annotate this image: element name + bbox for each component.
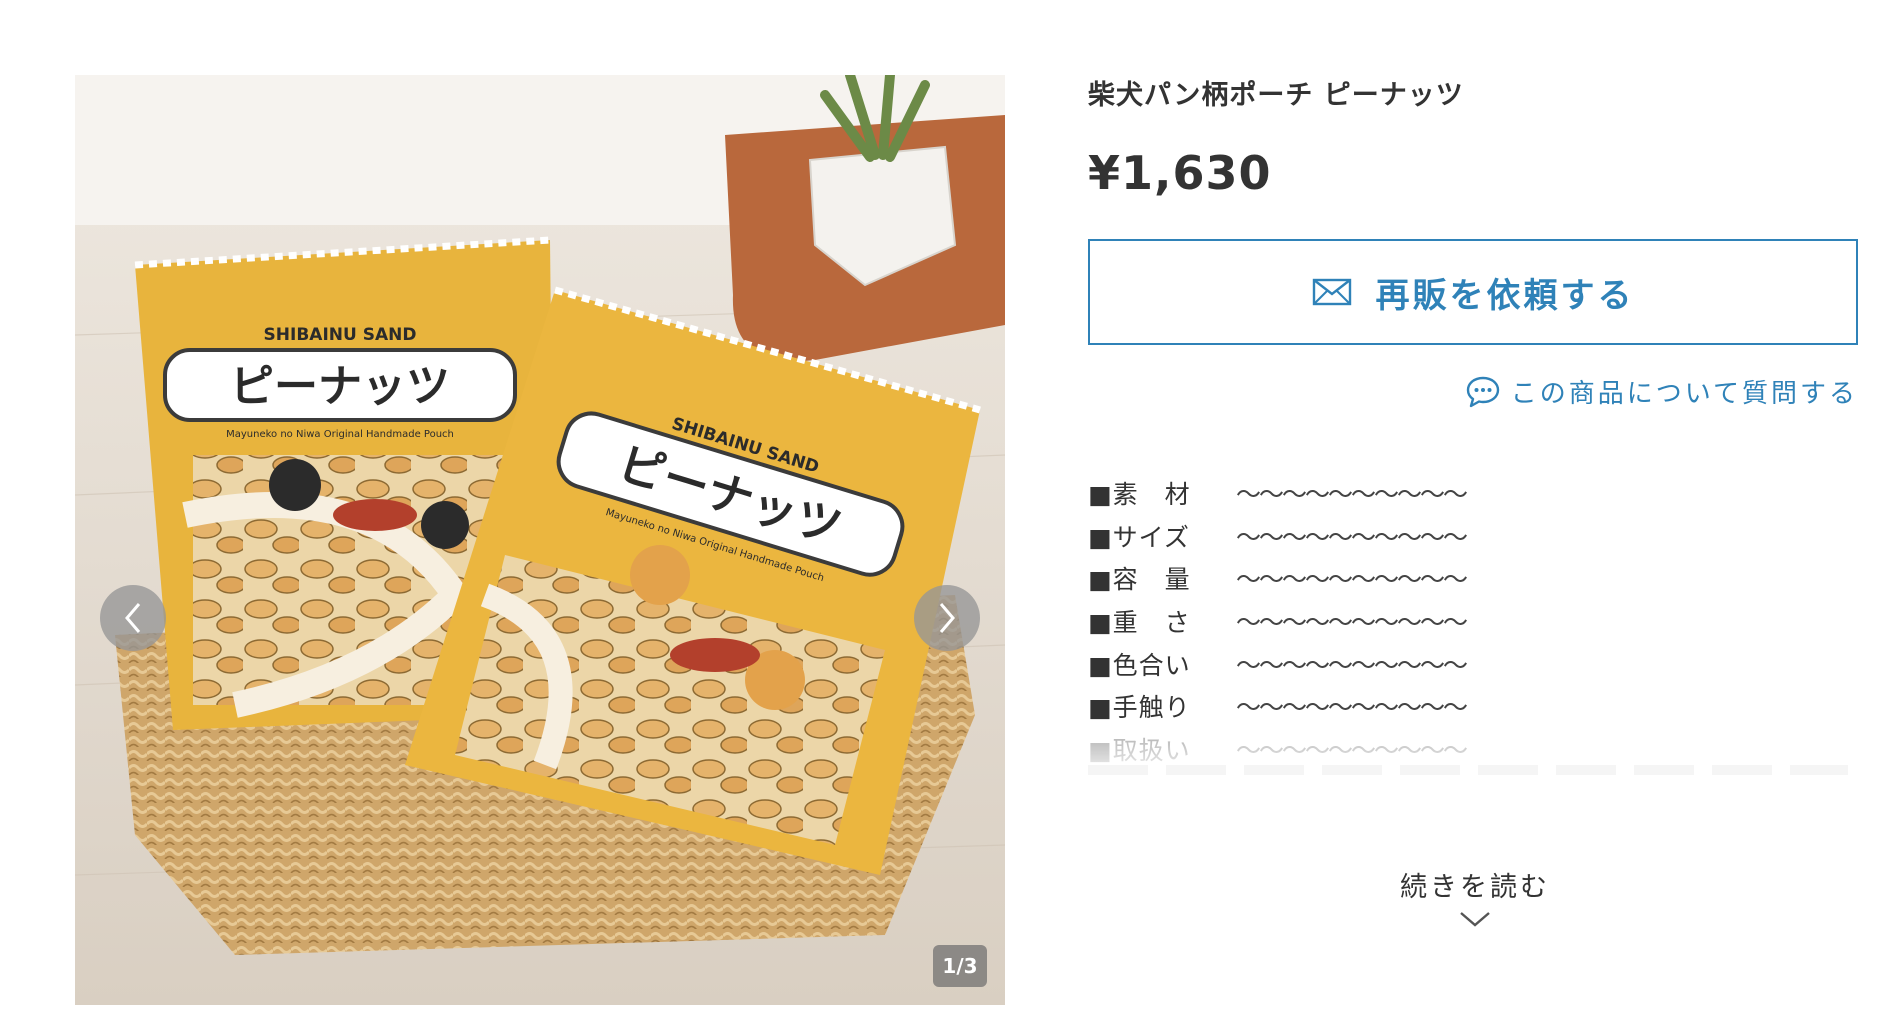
chevron-right-icon <box>939 603 955 633</box>
spec-value: 〜〜〜〜〜〜〜〜〜〜 <box>1236 693 1468 723</box>
product-photo: ピーナッツ SHIBAINU SAND Mayuneko no Niwa Ori… <box>75 75 1005 1005</box>
spec-key: ■素 材 <box>1088 480 1191 510</box>
spec-row-color: ■色合い 〜〜〜〜〜〜〜〜〜〜 <box>1088 642 1858 685</box>
spec-value: 〜〜〜〜〜〜〜〜〜〜 <box>1236 565 1468 595</box>
ask-question-label: この商品について質問する <box>1510 379 1858 409</box>
request-restock-button[interactable]: 再販を依頼する <box>1088 239 1858 345</box>
spec-key: ■手触り <box>1088 693 1191 723</box>
product-spec-list: ■素 材 〜〜〜〜〜〜〜〜〜〜 ■サイズ 〜〜〜〜〜〜〜〜〜〜 ■容 量 〜〜〜… <box>1088 472 1858 782</box>
spec-value: 〜〜〜〜〜〜〜〜〜〜 <box>1236 650 1468 680</box>
spec-value: 〜〜〜〜〜〜〜〜〜〜 <box>1236 608 1468 638</box>
read-more-button[interactable]: 続きを読む <box>1380 865 1570 928</box>
spec-row-weight: ■重 さ 〜〜〜〜〜〜〜〜〜〜 <box>1088 600 1858 643</box>
spec-key: ■重 さ <box>1088 608 1191 638</box>
image-counter: 1/3 <box>933 945 987 987</box>
gallery-next-button[interactable] <box>914 585 980 651</box>
photo-brand-text: SHIBAINU SAND <box>264 325 417 345</box>
read-more-label: 続きを読む <box>1400 872 1550 903</box>
spec-row-size: ■サイズ 〜〜〜〜〜〜〜〜〜〜 <box>1088 515 1858 558</box>
request-restock-label: 再販を依頼する <box>1375 275 1635 316</box>
chat-bubble-icon <box>1466 376 1499 407</box>
description-truncated-line <box>1088 765 1848 775</box>
envelope-icon <box>1312 278 1351 306</box>
chevron-down-icon <box>1460 912 1490 927</box>
spec-key: ■サイズ <box>1088 522 1190 552</box>
product-info: 柴犬パン柄ポーチ ピーナッツ ¥1,630 再販を依頼する この商品について質問… <box>1088 75 1858 782</box>
spec-key: ■容 量 <box>1088 565 1191 595</box>
spec-row-material: ■素 材 〜〜〜〜〜〜〜〜〜〜 <box>1088 472 1858 515</box>
spec-row-capacity: ■容 量 〜〜〜〜〜〜〜〜〜〜 <box>1088 557 1858 600</box>
product-title: 柴犬パン柄ポーチ ピーナッツ <box>1088 80 1464 111</box>
spec-key: ■色合い <box>1088 650 1191 680</box>
ask-question-link[interactable]: この商品について質問する <box>1088 373 1858 410</box>
spec-value: 〜〜〜〜〜〜〜〜〜〜 <box>1236 480 1468 510</box>
spec-value: 〜〜〜〜〜〜〜〜〜〜 <box>1236 522 1468 552</box>
photo-product-text: ピーナッツ <box>230 361 450 412</box>
product-image-gallery[interactable]: ピーナッツ SHIBAINU SAND Mayuneko no Niwa Ori… <box>75 75 1005 1005</box>
chevron-left-icon <box>125 603 141 633</box>
photo-subtitle-text: Mayuneko no Niwa Original Handmade Pouch <box>226 429 454 440</box>
gallery-prev-button[interactable] <box>100 585 166 651</box>
product-price: ¥1,630 <box>1088 146 1272 200</box>
